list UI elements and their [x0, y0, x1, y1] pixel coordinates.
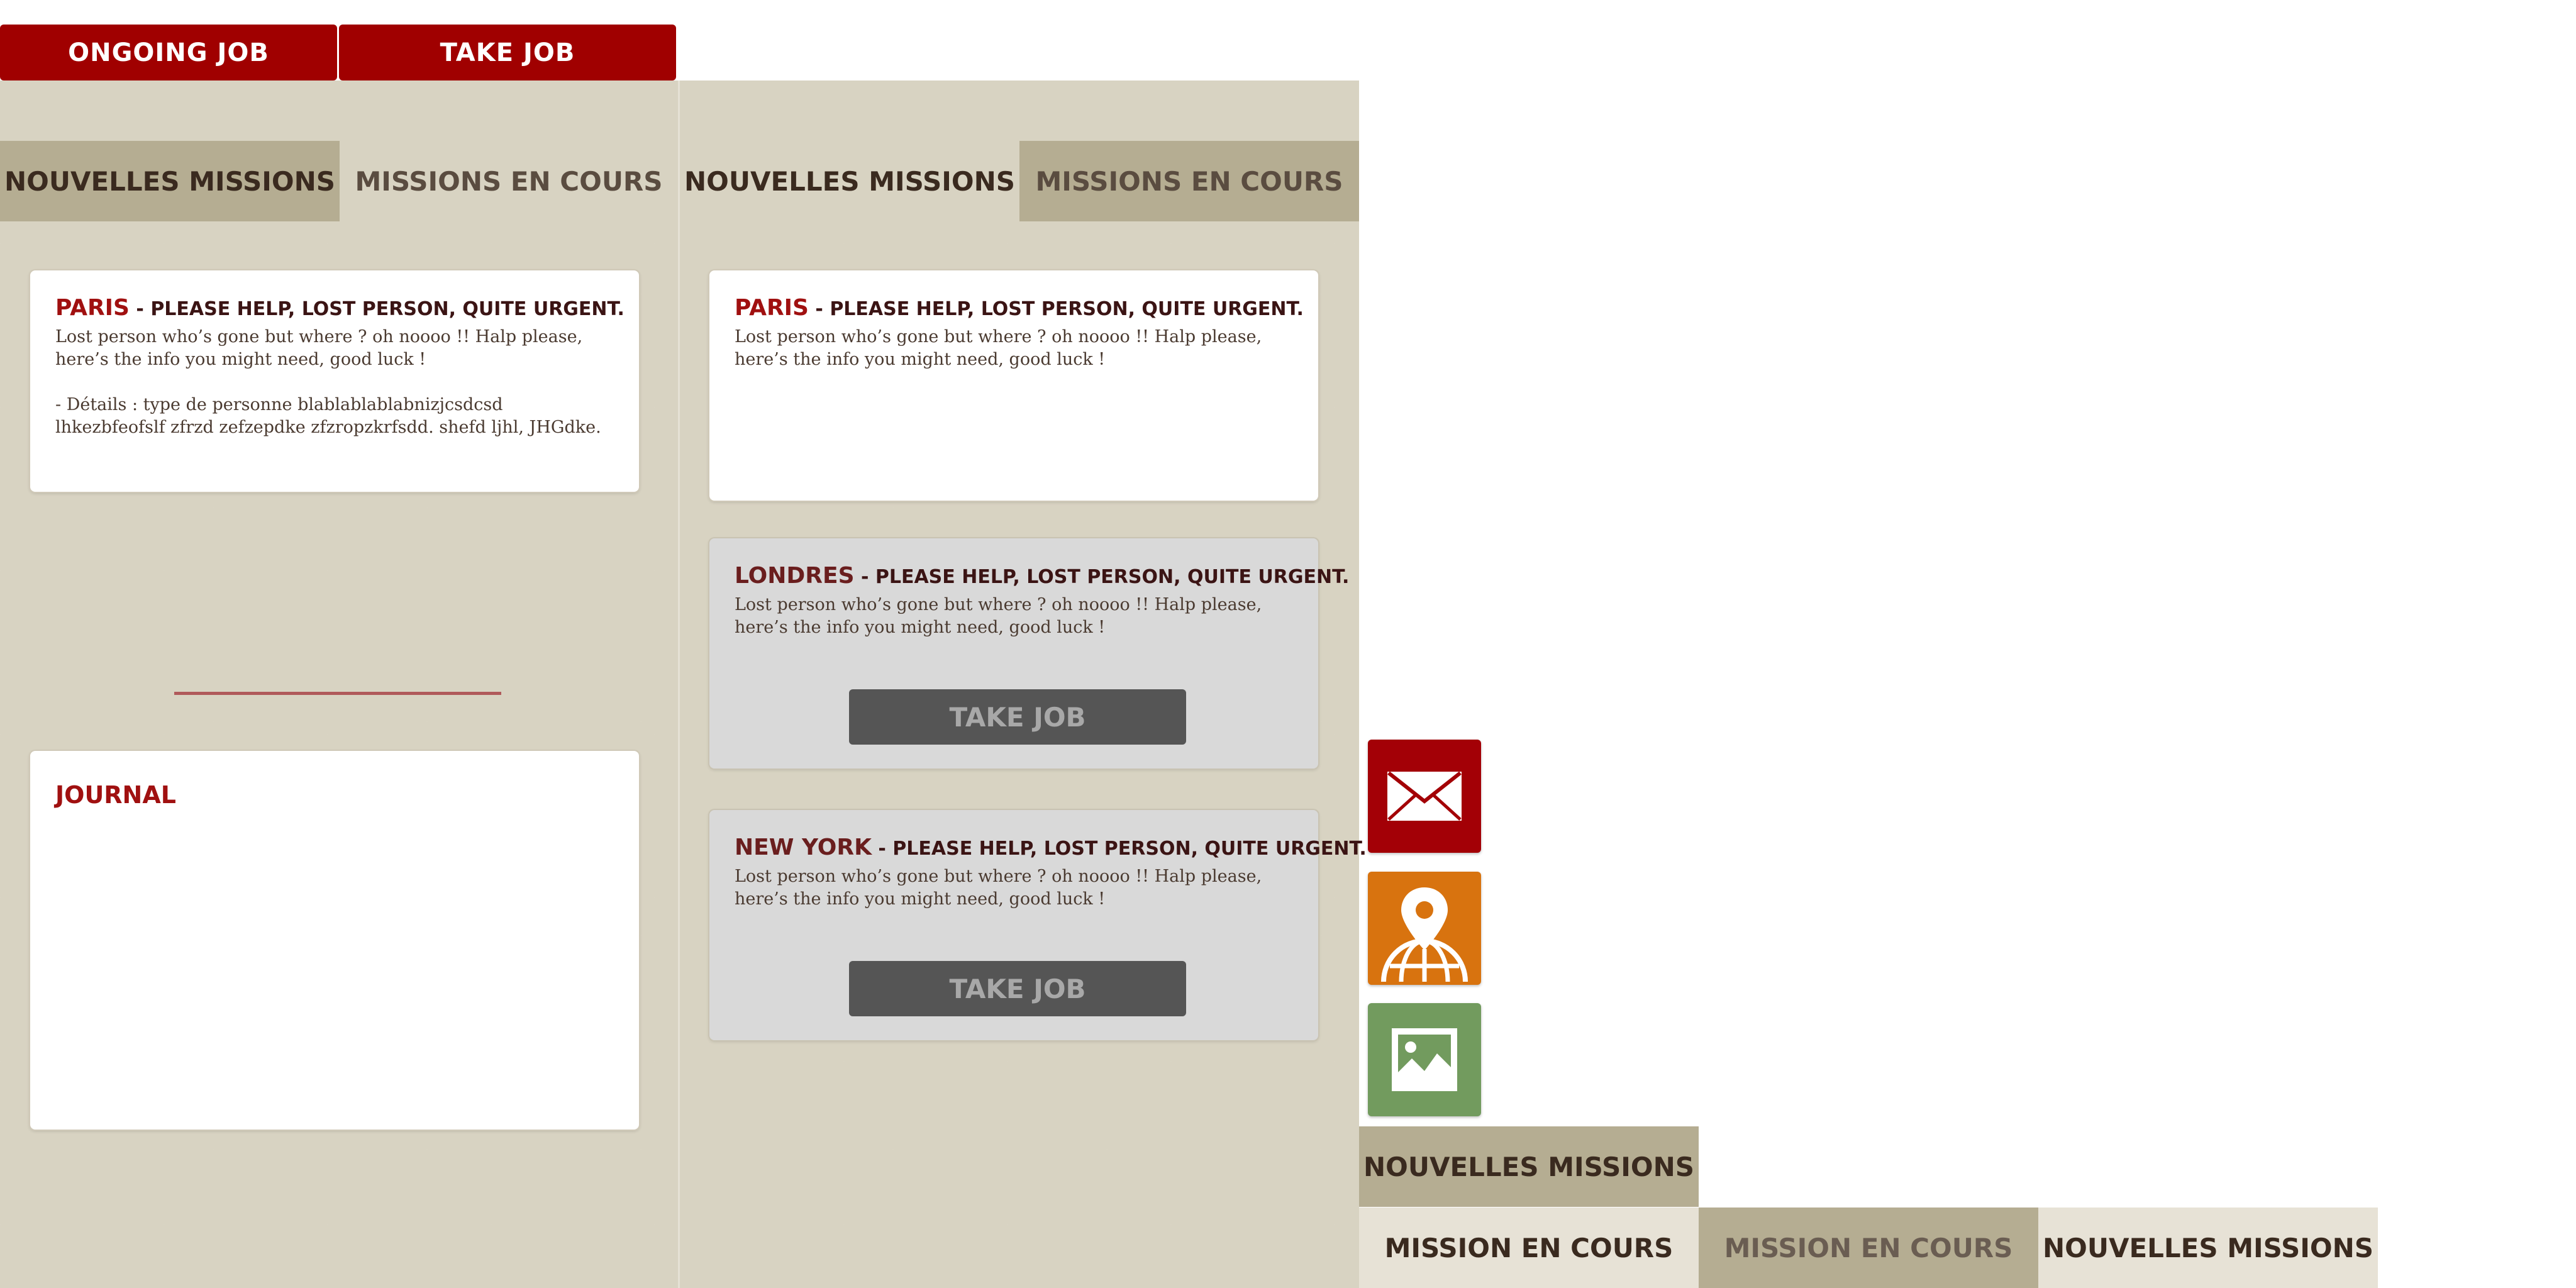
card-headline: - PLEASE HELP, LOST PERSON, QUITE URGENT… [854, 566, 1350, 588]
card-city: PARIS [735, 295, 809, 321]
take-job-button[interactable]: TAKE JOB [849, 961, 1186, 1016]
tab-nouvelles-missions[interactable]: NOUVELLES MISSIONS [1359, 1126, 1699, 1207]
card-description: Lost person who’s gone but where ? oh no… [55, 327, 583, 369]
card-description: Lost person who’s gone but where ? oh no… [735, 595, 1262, 637]
card-title: PARIS - PLEASE HELP, LOST PERSON, QUITE … [735, 295, 1304, 322]
location-tile[interactable] [1368, 872, 1481, 985]
mission-card-new-york[interactable]: NEW YORK - PLEASE HELP, LOST PERSON, QUI… [709, 810, 1367, 1040]
tab-nouvelles-missions[interactable]: NOUVELLES MISSIONS [2038, 1208, 2378, 1288]
mission-card-paris[interactable]: PARIS - PLEASE HELP, LOST PERSON, QUITE … [30, 270, 639, 492]
card-city: PARIS [55, 295, 130, 321]
tab-missions-en-cours[interactable]: MISSIONS EN COURS [340, 141, 678, 221]
image-icon [1392, 1028, 1457, 1091]
tab-mission-en-cours[interactable]: MISSION EN COURS [1699, 1208, 2038, 1288]
card-city: LONDRES [735, 563, 855, 589]
journal-title: JOURNAL [55, 781, 176, 809]
card-description: Lost person who’s gone but where ? oh no… [735, 867, 1262, 909]
card-headline: - PLEASE HELP, LOST PERSON, QUITE URGENT… [808, 298, 1304, 320]
mail-tile[interactable] [1368, 740, 1481, 853]
take-job-button[interactable]: TAKE JOB [339, 25, 676, 80]
take-job-button[interactable]: TAKE JOB [849, 689, 1186, 745]
journal-panel: JOURNAL [30, 751, 639, 1130]
card-title: LONDRES - PLEASE HELP, LOST PERSON, QUIT… [735, 563, 1349, 590]
card-title: PARIS - PLEASE HELP, LOST PERSON, QUITE … [55, 295, 625, 322]
tab-nouvelles-missions[interactable]: NOUVELLES MISSIONS [0, 141, 340, 221]
tab-missions-en-cours[interactable]: MISSIONS EN COURS [1019, 141, 1359, 221]
tab-mission-en-cours[interactable]: MISSION EN COURS [1359, 1208, 1699, 1288]
image-tile[interactable] [1368, 1003, 1481, 1116]
card-description: Lost person who’s gone but where ? oh no… [735, 327, 1262, 369]
ongoing-job-button[interactable]: ONGOING JOB [0, 25, 337, 80]
card-city: NEW YORK [735, 835, 872, 860]
tab-nouvelles-missions[interactable]: NOUVELLES MISSIONS [680, 141, 1019, 221]
mail-icon [1387, 771, 1462, 821]
card-details: - Détails : type de personne blablablabl… [55, 395, 601, 437]
section-divider [174, 692, 501, 695]
location-globe-icon [1381, 887, 1468, 982]
card-headline: - PLEASE HELP, LOST PERSON, QUITE URGENT… [871, 838, 1367, 860]
card-headline: - PLEASE HELP, LOST PERSON, QUITE URGENT… [129, 298, 625, 320]
card-title: NEW YORK - PLEASE HELP, LOST PERSON, QUI… [735, 835, 1367, 862]
mission-card-londres[interactable]: LONDRES - PLEASE HELP, LOST PERSON, QUIT… [709, 538, 1349, 769]
mission-card-paris[interactable]: PARIS - PLEASE HELP, LOST PERSON, QUITE … [709, 270, 1318, 501]
